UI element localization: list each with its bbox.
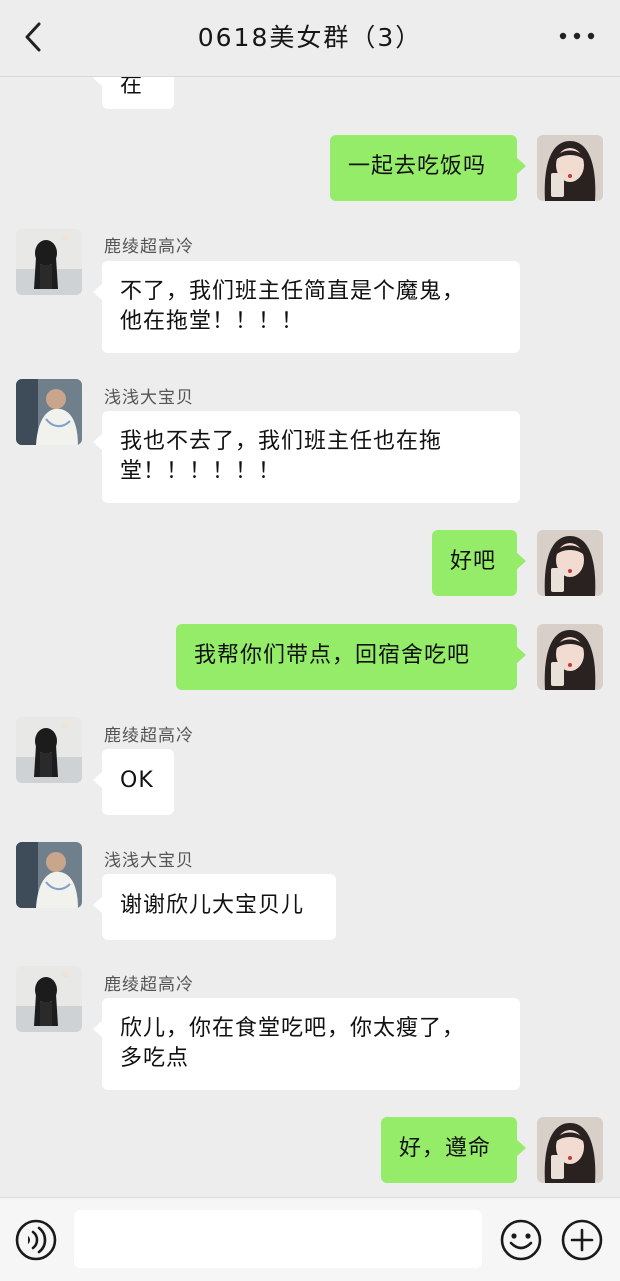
message-text: 在: [120, 77, 144, 98]
message-text-line: 我也不去了，我们班主任也在拖: [120, 429, 443, 454]
message-text-line: 欣儿，你在食堂吃吧，你太瘦了，: [120, 1016, 466, 1041]
member-avatar[interactable]: [16, 229, 82, 295]
voice-icon: [15, 1219, 57, 1261]
chat-header: 0618美女群（3）: [0, 0, 620, 77]
message-bubble[interactable]: 欣儿，你在食堂吃吧，你太瘦了， 多吃点: [93, 998, 520, 1090]
member-avatar[interactable]: [16, 842, 82, 908]
message-text-line: 不了，我们班主任简直是个魔鬼，: [120, 279, 466, 304]
message-bubble[interactable]: 在: [93, 77, 174, 109]
girl-photo-icon: [537, 530, 603, 596]
girl-photo-icon: [537, 624, 603, 690]
girl-photo-icon: [537, 1117, 603, 1183]
sender-name: 鹿绫超高冷: [104, 975, 194, 995]
girl-braids-photo-icon: [16, 229, 82, 295]
emoji-icon: [500, 1219, 542, 1261]
my-avatar[interactable]: [537, 1117, 603, 1183]
my-avatar[interactable]: [537, 530, 603, 596]
emoji-button[interactable]: [499, 1218, 543, 1262]
message-list[interactable]: 在 一起去吃饭吗 鹿绫超高冷 不了，我们班主任简直是个魔鬼， 他在拖堂！！！！: [0, 77, 620, 1197]
message-bubble[interactable]: 我帮你们带点，回宿舍吃吧: [176, 624, 526, 690]
ellipsis-icon: [559, 32, 595, 40]
chat-title: 0618美女群（3）: [197, 23, 423, 52]
message-text: OK: [120, 768, 154, 793]
plus-button[interactable]: [560, 1218, 604, 1262]
message-text: 我帮你们带点，回宿舍吃吧: [194, 643, 471, 668]
sender-name: 鹿绫超高冷: [104, 237, 194, 257]
message-bubble[interactable]: 一起去吃饭吗: [330, 135, 526, 201]
girl-braids-photo-icon: [16, 717, 82, 783]
input-bar: [0, 1197, 620, 1281]
girl-hanfu-photo-icon: [16, 379, 82, 445]
message-bubble[interactable]: 好，遵命: [381, 1117, 526, 1183]
member-avatar[interactable]: [16, 717, 82, 783]
message-input[interactable]: [74, 1210, 482, 1268]
message-text-line: 他在拖堂！！！！: [120, 309, 305, 334]
message-bubble[interactable]: 不了，我们班主任简直是个魔鬼， 他在拖堂！！！！: [93, 261, 520, 353]
member-avatar[interactable]: [16, 379, 82, 445]
girl-hanfu-photo-icon: [16, 842, 82, 908]
plus-icon: [561, 1219, 603, 1261]
voice-button[interactable]: [14, 1218, 58, 1262]
message-bubble[interactable]: 好吧: [432, 530, 526, 596]
more-button[interactable]: [558, 26, 596, 46]
message-text: 好，遵命: [399, 1136, 492, 1161]
message-text-line: 多吃点: [120, 1046, 190, 1071]
message-text: 一起去吃饭吗: [348, 154, 487, 179]
my-avatar[interactable]: [537, 624, 603, 690]
message-bubble[interactable]: 谢谢欣儿大宝贝儿: [93, 874, 336, 940]
message-text-line: 堂！！！！！！: [120, 459, 282, 484]
girl-photo-icon: [537, 135, 603, 201]
sender-name: 浅浅大宝贝: [104, 851, 194, 871]
sender-name: 浅浅大宝贝: [104, 388, 194, 408]
my-avatar[interactable]: [537, 135, 603, 201]
member-avatar[interactable]: [16, 966, 82, 1032]
message-text: 谢谢欣儿大宝贝儿: [120, 893, 305, 918]
girl-braids-photo-icon: [16, 966, 82, 1032]
message-bubble[interactable]: 我也不去了，我们班主任也在拖 堂！！！！！！: [93, 411, 520, 503]
message-bubble[interactable]: OK: [93, 749, 174, 815]
message-text: 好吧: [450, 549, 497, 574]
sender-name: 鹿绫超高冷: [104, 726, 194, 746]
